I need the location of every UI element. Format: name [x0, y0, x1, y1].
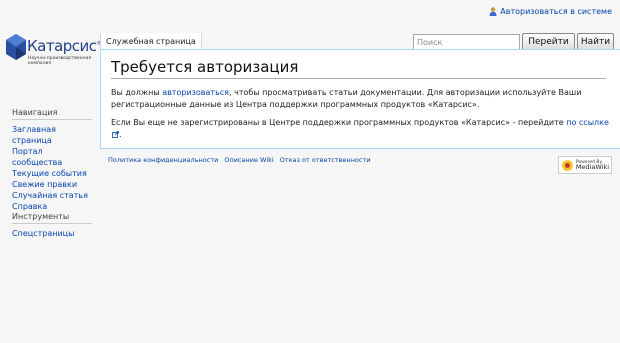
login-inline-link[interactable]: авторизоваться	[162, 88, 229, 97]
main-content: Требуется авторизация Вы должны авторизо…	[100, 49, 620, 149]
logo-mark-icon	[6, 34, 26, 60]
sidebar-item-community-portal[interactable]: Портал сообщества	[12, 146, 92, 168]
sidebar-tools: Инструменты Спецстраницы	[12, 212, 92, 239]
sidebar-heading-tools: Инструменты	[12, 212, 92, 224]
sidebar-item-special-pages[interactable]: Спецстраницы	[12, 228, 92, 239]
tab-special-page[interactable]: Служебная страница	[100, 33, 202, 49]
powered-big-text: MediaWiki	[575, 163, 609, 171]
page-title: Требуется авторизация	[111, 58, 606, 79]
paragraph-register: Если Вы еще не зарегистрированы в Центре…	[111, 118, 609, 139]
login-link[interactable]: Авторизоваться в системе	[500, 7, 612, 16]
mediawiki-flower-icon	[561, 159, 573, 171]
paragraph-login-required: Вы должны авторизоваться, чтобы просматр…	[111, 88, 582, 109]
sidebar-item-random-article[interactable]: Случайная статья	[12, 190, 92, 201]
footer-link-privacy[interactable]: Политика конфиденциальности	[108, 156, 218, 164]
sidebar-item-help[interactable]: Справка	[12, 201, 92, 212]
logo-name: Катарсис®	[27, 37, 102, 55]
user-icon	[489, 7, 497, 16]
sidebar-navigation: Навигация Заглавная страница Портал сооб…	[12, 108, 92, 212]
sidebar-item-recent-changes[interactable]: Свежие правки	[12, 179, 92, 190]
sidebar-item-current-events[interactable]: Текущие события	[12, 168, 92, 179]
sidebar-heading-navigation: Навигация	[12, 108, 92, 120]
footer-links: Политика конфиденциальности Описание Wik…	[108, 156, 371, 164]
personal-tools: Авторизоваться в системе	[489, 7, 612, 16]
footer-link-disclaimer[interactable]: Отказ от ответственности	[280, 156, 371, 164]
external-link-icon	[112, 131, 119, 138]
powered-by-mediawiki-badge[interactable]: Powered By MediaWiki	[558, 156, 612, 174]
search-input[interactable]	[413, 34, 520, 50]
logo-tagline: Научно-производственная компания	[28, 56, 92, 66]
sidebar-item-main-page[interactable]: Заглавная страница	[12, 124, 92, 146]
site-logo[interactable]: Катарсис® Научно-производственная компан…	[6, 30, 102, 72]
footer-link-about[interactable]: Описание Wiki	[224, 156, 273, 164]
